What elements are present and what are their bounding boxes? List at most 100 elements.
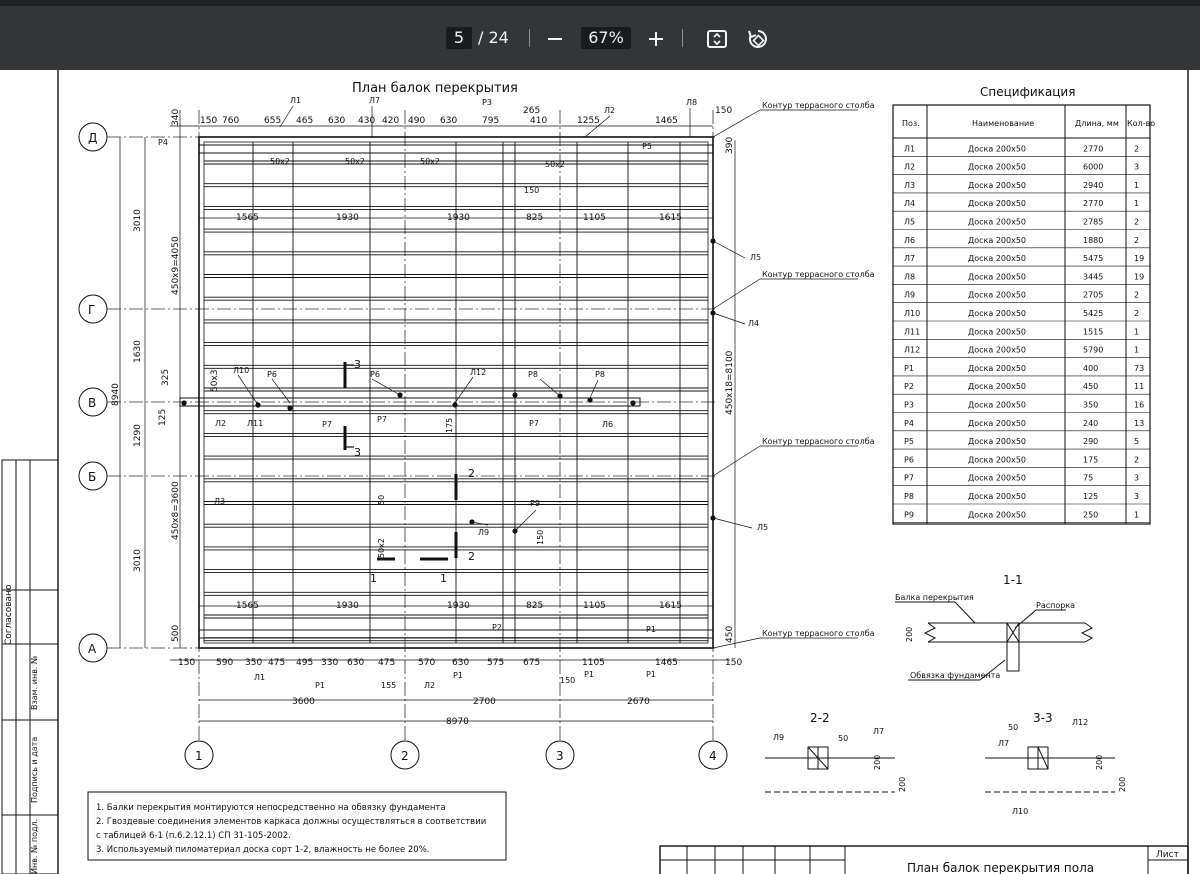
spec-cell: 73: [1134, 364, 1144, 373]
pdf-page: Согласовано Взам. инв. № Подпись и дата …: [0, 70, 1200, 874]
spec-cell: Р7: [904, 474, 914, 483]
spec-cell: Р6: [904, 455, 914, 464]
zoom-out-button[interactable]: [542, 26, 568, 52]
dim-text: 1465: [655, 658, 678, 668]
fit-page-button[interactable]: [704, 26, 730, 52]
axis-bubbles-letters: Д Г В Б А: [78, 122, 108, 663]
label: Р7: [377, 415, 387, 424]
title-block: План балок перекрытия пола Лист: [659, 845, 1189, 874]
spec-cell: Доска 200x50: [968, 163, 1026, 172]
rotate-button[interactable]: [745, 26, 771, 52]
dim-text: 1565: [236, 601, 259, 611]
section-label: Л12: [1072, 718, 1088, 727]
label: 50x2: [270, 157, 290, 166]
connection-dot: [287, 405, 293, 411]
section-3-3: 3-3 50 Л12 Л7 Л10 200 200: [985, 711, 1127, 816]
spec-cell: 2785: [1083, 218, 1103, 227]
drawing-title: План балок перекрытия: [352, 81, 518, 96]
spec-cell: 16: [1134, 401, 1144, 410]
contour-label: Контур террасного столба: [762, 270, 875, 279]
contour-labels: Контур террасного столба Контур террасно…: [712, 101, 875, 649]
section-label: 50: [1008, 723, 1018, 732]
dim-text: 1930: [336, 213, 359, 223]
spec-cell: Р3: [904, 401, 914, 410]
section-2-2: 2-2 Л9 50 Л7 200 200: [765, 711, 907, 793]
spec-cell: Л2: [904, 163, 915, 172]
spec-cell: 240: [1083, 419, 1098, 428]
page-number-input[interactable]: 5: [446, 27, 472, 49]
toolbar-divider: [682, 29, 683, 47]
label: Л9: [478, 528, 489, 537]
note-line: с таблицей 6-1 (п.6.2.12.1) СП 31-105-20…: [96, 831, 291, 841]
spec-cell: 1: [1134, 346, 1139, 355]
spec-cell: Доска 200x50: [968, 327, 1026, 336]
label: Р1: [315, 681, 325, 690]
dim-text: 450x18=8100: [725, 350, 735, 415]
dim-text: 125: [158, 409, 168, 426]
label: 2: [468, 467, 475, 480]
spec-cell: Л9: [904, 291, 915, 300]
axis-1: 1: [195, 749, 203, 763]
connection-dot: [469, 519, 475, 525]
spec-cell: 2: [1134, 218, 1139, 227]
contour-label: Контур террасного столба: [762, 437, 875, 446]
section-dim: 200: [905, 627, 914, 642]
spec-cell: Доска 200x50: [968, 236, 1026, 245]
connection-dot: [255, 402, 261, 408]
label: Р8: [595, 370, 605, 379]
axis-G: Г: [88, 303, 95, 317]
label: Р2: [492, 623, 502, 632]
label: 150: [536, 530, 545, 545]
dim-text: 570: [418, 658, 435, 668]
label: 2: [468, 550, 475, 563]
plus-icon: [649, 32, 663, 46]
connection-dots: [181, 238, 716, 534]
label: Р7: [529, 419, 539, 428]
spec-cell: 2: [1134, 144, 1139, 153]
spec-cell: Доска 200x50: [968, 364, 1026, 373]
section-title: 1-1: [1003, 573, 1023, 587]
dim-text: 1255: [577, 116, 600, 126]
spec-cell: 5475: [1083, 254, 1103, 263]
dim-text: 1105: [583, 601, 606, 611]
spec-cell: 450: [1083, 382, 1098, 391]
spec-header-qty: Кол-во: [1127, 119, 1155, 128]
top-dimensions: 150 760 655 465 630 430 420 490 630 795 …: [200, 106, 732, 126]
page-total: / 24: [478, 28, 509, 47]
label: Р3: [482, 98, 492, 107]
spec-cell: Доска 200x50: [968, 492, 1026, 501]
connection-dot: [512, 392, 518, 398]
spec-cell: 350: [1083, 401, 1098, 410]
dim-text: 675: [523, 658, 540, 668]
dim-text: 1930: [336, 601, 359, 611]
label: Л12: [470, 368, 486, 377]
spec-cell: 3: [1134, 474, 1139, 483]
spec-cell: 75: [1083, 474, 1093, 483]
stamp-soglasovano: Согласовано: [4, 584, 14, 645]
spec-cell: 2: [1134, 236, 1139, 245]
dim-text: 465: [296, 116, 313, 126]
spec-cell: 125: [1083, 492, 1098, 501]
label: Л5: [750, 253, 761, 262]
dim-text: 2700: [473, 697, 496, 707]
spec-cell: 400: [1083, 364, 1098, 373]
section-dim: 200: [1118, 777, 1127, 792]
spec-cell: 2770: [1083, 144, 1103, 153]
dim-text: 795: [482, 116, 499, 126]
spec-cell: 5790: [1083, 346, 1103, 355]
spec-cell: 5: [1134, 437, 1139, 446]
dim-text: 150: [200, 116, 217, 126]
spec-cell: Доска 200x50: [968, 346, 1026, 355]
dim-text: 1105: [582, 658, 605, 668]
contour-label: Контур террасного столба: [762, 101, 875, 110]
sheet-title: План балок перекрытия пола: [907, 861, 1094, 874]
dim-text: 490: [408, 116, 425, 126]
zoom-input[interactable]: 67%: [581, 27, 631, 49]
spec-cell: 19: [1134, 254, 1144, 263]
dim-text: 150: [178, 658, 195, 668]
dim-text: 150: [725, 658, 742, 668]
dim-text: 3010: [133, 549, 143, 572]
zoom-in-button[interactable]: [643, 26, 669, 52]
section-label: Л10: [1012, 807, 1028, 816]
dim-total: 8970: [446, 717, 469, 727]
